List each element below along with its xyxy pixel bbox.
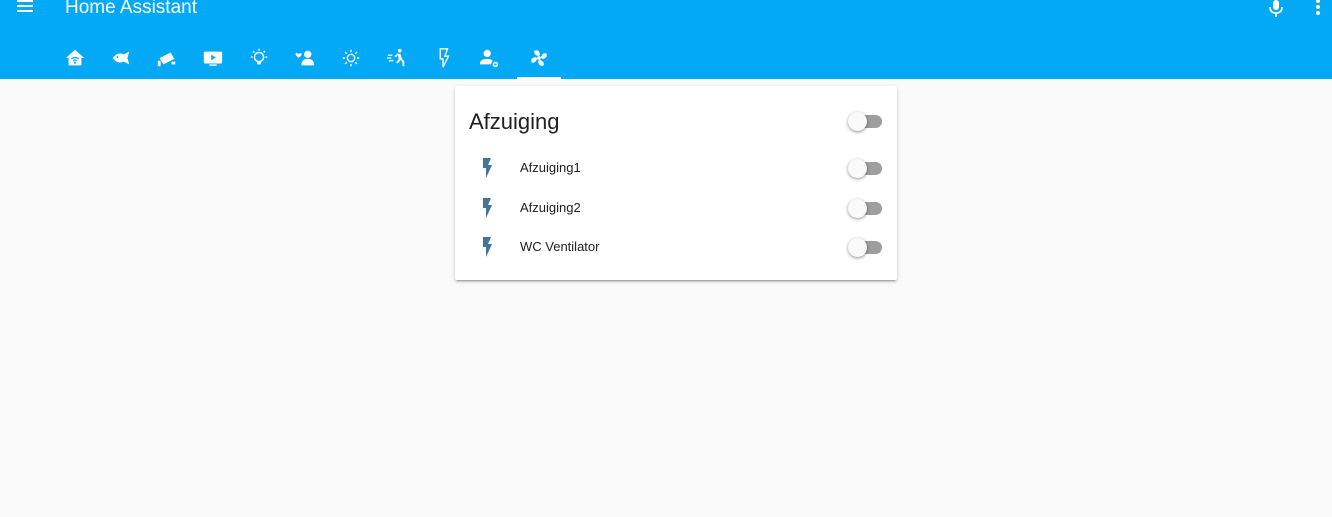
group-toggle[interactable] [848,112,884,132]
entity-name[interactable]: Afzuiging1 [520,160,581,175]
entity-row[interactable]: WC Ventilator [455,227,897,267]
account-settings-icon [479,49,499,67]
tab-settings[interactable] [467,38,511,77]
brightness-icon [342,49,360,66]
toggle-thumb [848,112,867,131]
tab-lights[interactable] [237,38,281,77]
home-icon [65,49,85,65]
app-title: Home Assistant [65,0,197,18]
toggle-thumb [848,199,867,218]
view-tabs [53,38,573,79]
flash-icon [478,197,496,219]
entities-card: Afzuiging Afzuiging1 Afzuiging2 WC Venti… [455,86,897,280]
card-title: Afzuiging [469,109,560,134]
entity-toggle[interactable] [848,159,884,179]
cctv-icon [157,52,176,66]
tab-fish[interactable] [99,38,143,77]
entity-name[interactable]: Afzuiging2 [520,200,581,215]
run-fast-icon [386,48,405,66]
tab-fan[interactable] [517,38,561,79]
account-heart-icon [295,50,315,65]
microphone-icon[interactable] [1266,0,1286,18]
flash-icon [478,236,496,258]
tab-people[interactable] [283,38,327,77]
flash-icon [478,157,496,179]
entity-row[interactable]: Afzuiging2 [455,188,897,228]
fish-icon [112,51,130,64]
tab-tv[interactable] [191,38,235,77]
app-header: Home Assistant [0,0,1332,79]
tab-motion[interactable] [375,38,419,77]
lightbulb-icon [250,48,268,64]
entity-row[interactable]: Afzuiging1 [455,148,897,188]
tab-home[interactable] [53,38,97,77]
menu-icon[interactable] [14,0,38,16]
fan-icon [531,49,547,66]
flash-icon [439,47,450,67]
more-vert-icon[interactable] [1308,0,1328,18]
youtube-tv-icon [203,51,223,66]
tab-energy[interactable] [421,38,465,77]
entity-toggle[interactable] [848,238,884,258]
entity-name[interactable]: WC Ventilator [520,239,599,254]
toggle-thumb [848,238,867,257]
tab-brightness[interactable] [329,38,373,77]
entity-toggle[interactable] [848,199,884,219]
toggle-thumb [848,159,867,178]
tab-cctv[interactable] [145,38,189,77]
